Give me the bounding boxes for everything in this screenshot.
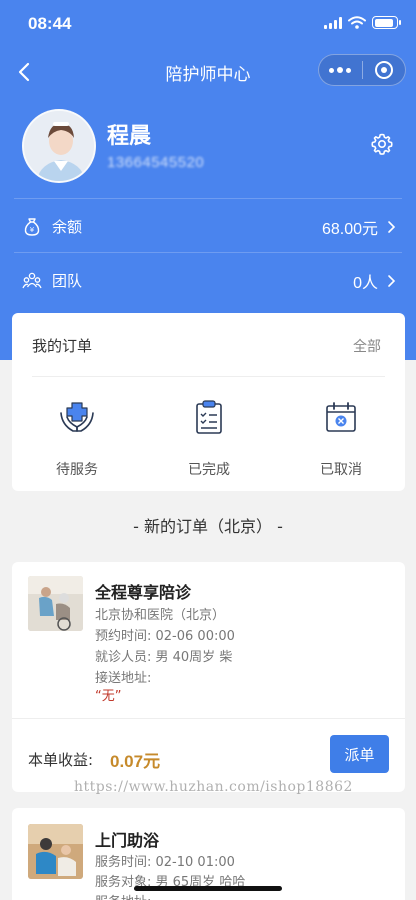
service-thumbnail	[28, 824, 83, 879]
order-card[interactable]: 全程尊享陪诊 北京协和医院（北京） 预约时间: 02-06 00:00 就诊人员…	[12, 562, 405, 792]
user-name: 程晨	[107, 124, 152, 149]
status-icons	[324, 16, 401, 29]
dispatch-button[interactable]: 派单	[330, 735, 389, 773]
order-status-completed-label: 已完成	[188, 462, 230, 478]
order-hospital: 北京协和医院（北京）	[95, 608, 226, 623]
order-address: 接送地址:	[95, 671, 152, 686]
mini-program-capsule	[318, 54, 406, 86]
order-status-cancelled-label: 已取消	[320, 462, 362, 478]
orders-header: 我的订单 全部	[32, 313, 385, 377]
money-bag-icon: ¥	[24, 217, 40, 236]
home-indicator	[134, 886, 282, 891]
team-label: 团队	[52, 272, 83, 290]
order-service-address: 服务地址:	[95, 891, 151, 900]
order-status-cancelled[interactable]: 已取消	[286, 399, 396, 479]
more-menu-button[interactable]	[319, 55, 362, 85]
chevron-right-icon	[388, 274, 396, 287]
gear-icon	[371, 133, 393, 155]
svg-text:¥: ¥	[30, 226, 35, 234]
order-note: “无”	[95, 689, 122, 704]
my-orders-card: 我的订单 全部 待服务 已完成 已取消	[12, 313, 405, 491]
order-title: 全程尊享陪诊	[95, 583, 192, 602]
care-hands-icon	[60, 402, 94, 432]
balance-label: 余额	[52, 218, 83, 236]
avatar[interactable]	[22, 109, 96, 183]
team-row[interactable]: 团队 0人	[14, 252, 402, 308]
new-orders-heading: - 新的订单（北京） -	[133, 517, 283, 536]
clipboard-check-icon	[196, 400, 222, 434]
service-thumbnail	[28, 576, 83, 631]
balance-value: 68.00元	[321, 220, 378, 238]
order-appointment-time: 预约时间: 02-06 00:00	[95, 629, 235, 644]
signal-icon	[324, 16, 342, 29]
status-bar: 08:44	[0, 0, 416, 48]
user-phone: 13664545520	[107, 154, 205, 171]
calendar-cancel-icon	[326, 402, 356, 432]
settings-button[interactable]	[370, 132, 394, 156]
order-title: 上门助浴	[95, 831, 160, 850]
status-time: 08:44	[28, 14, 72, 33]
view-all-orders-link[interactable]: 全部	[353, 336, 381, 356]
balance-row[interactable]: ¥ 余额 68.00元	[14, 198, 402, 254]
order-service-time: 服务时间: 02-10 01:00	[95, 855, 235, 870]
order-status-pending-label: 待服务	[56, 462, 98, 478]
chevron-right-icon	[388, 220, 396, 233]
order-status-pending[interactable]: 待服务	[22, 399, 132, 479]
order-status-completed[interactable]: 已完成	[154, 399, 264, 479]
target-icon	[374, 61, 393, 79]
earnings-value: 0.07元	[110, 752, 161, 771]
order-patient: 就诊人员: 男 40周岁 柴	[95, 650, 233, 665]
orders-title: 我的订单	[32, 337, 93, 355]
close-mini-program-button[interactable]	[363, 55, 406, 85]
earnings-label: 本单收益:	[28, 751, 94, 769]
battery-icon	[372, 16, 401, 29]
watermark: https://www.huzhan.com/ishop18862	[74, 779, 353, 795]
wifi-icon	[348, 16, 366, 29]
navbar: 陪护师中心	[0, 52, 416, 92]
team-icon	[22, 272, 42, 288]
battery-level	[374, 18, 394, 27]
team-value: 0人	[353, 274, 378, 292]
